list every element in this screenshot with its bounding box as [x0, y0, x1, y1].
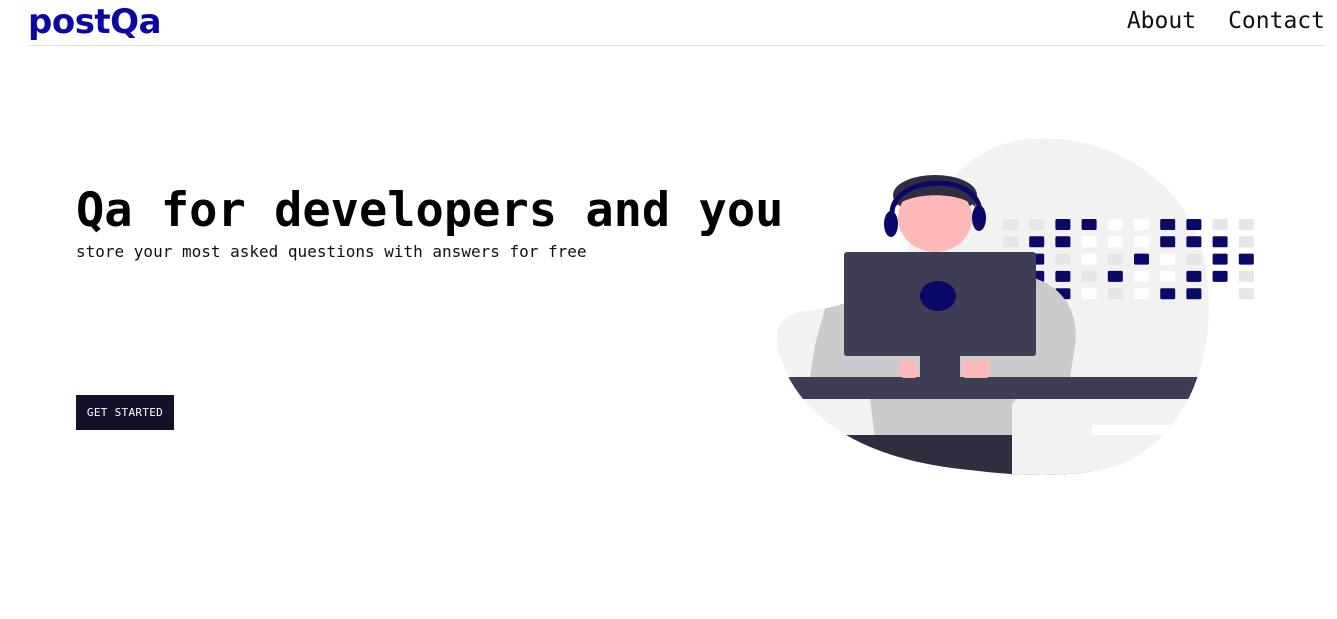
hand-left	[900, 360, 918, 378]
pixel-grid-cell	[1160, 288, 1176, 300]
pixel-grid-cell	[1055, 219, 1071, 230]
pixel-grid-cell	[1107, 236, 1123, 248]
pixel-grid-cell	[1238, 219, 1254, 230]
pixel-grid-cell	[1107, 288, 1123, 300]
pixel-grid-cell	[1029, 236, 1045, 248]
pixel-grid-cell	[1160, 253, 1176, 265]
brand-logo[interactable]: postQa	[28, 2, 162, 42]
pixel-grid-cell	[1186, 288, 1202, 300]
get-started-button[interactable]: GET STARTED	[76, 395, 174, 430]
monitor-stand	[920, 352, 960, 382]
pixel-grid-cell	[1134, 288, 1149, 300]
pixel-grid-cell	[1081, 219, 1097, 230]
pixel-grid-cell	[1003, 219, 1018, 230]
pixel-grid-cell	[1134, 253, 1149, 265]
pixel-grid-cell	[1160, 219, 1176, 230]
desk	[776, 377, 1209, 399]
pixel-grid-cell	[1081, 270, 1097, 282]
hero-title: Qa for developers and you	[76, 183, 784, 238]
pixel-grid-cell	[1238, 253, 1254, 265]
pixel-grid-cell	[1212, 270, 1228, 282]
pixel-grid-cell	[1134, 219, 1149, 230]
hero-subtitle: store your most asked questions with ans…	[76, 242, 587, 261]
pixel-grid-cell	[1081, 253, 1097, 265]
developer-illustration	[776, 138, 1254, 475]
pixel-grid-cell	[1186, 219, 1202, 230]
pixel-grid-cell	[1160, 236, 1176, 248]
pixel-grid-cell	[1081, 288, 1097, 300]
pixel-grid-cell	[1107, 270, 1123, 282]
nav-link-contact[interactable]: Contact	[1228, 6, 1325, 36]
pixel-grid-cell	[1238, 270, 1254, 282]
hand-right	[962, 360, 990, 378]
pixel-grid-cell	[1186, 236, 1202, 248]
pixel-grid-cell	[1029, 219, 1045, 230]
navbar: postQa About Contact	[28, 0, 1325, 46]
pixel-grid-cell	[1107, 219, 1123, 230]
pixel-grid-cell	[1238, 288, 1254, 300]
pixel-grid-cell	[1055, 270, 1071, 282]
pixel-grid-cell	[1107, 253, 1123, 265]
side-cabinet	[1012, 400, 1092, 475]
headphone-right	[972, 205, 986, 231]
side-table	[1092, 425, 1209, 435]
pixel-grid-cell	[1238, 236, 1254, 248]
person-legs	[870, 399, 1020, 440]
pixel-grid-cell	[1081, 236, 1097, 248]
pixel-grid-cell	[1212, 253, 1228, 265]
pixel-grid-cell	[1134, 236, 1149, 248]
pixel-grid-cell	[1134, 270, 1149, 282]
pixel-grid-cell	[1212, 288, 1228, 300]
pixel-grid-cell	[1186, 253, 1202, 265]
pixel-grid-cell	[1212, 219, 1228, 230]
pixel-grid-cell	[1186, 270, 1202, 282]
pixel-grid-cell	[1003, 236, 1018, 248]
pixel-grid-cell	[1212, 236, 1228, 248]
pixel-grid-cell	[1055, 253, 1071, 265]
monitor-logo	[920, 281, 956, 311]
nav-links: About Contact	[1127, 6, 1325, 36]
pixel-grid-cell	[1160, 270, 1176, 282]
nav-link-about[interactable]: About	[1127, 6, 1196, 36]
headphone-left	[884, 211, 898, 237]
pixel-grid-cell	[1055, 236, 1071, 248]
